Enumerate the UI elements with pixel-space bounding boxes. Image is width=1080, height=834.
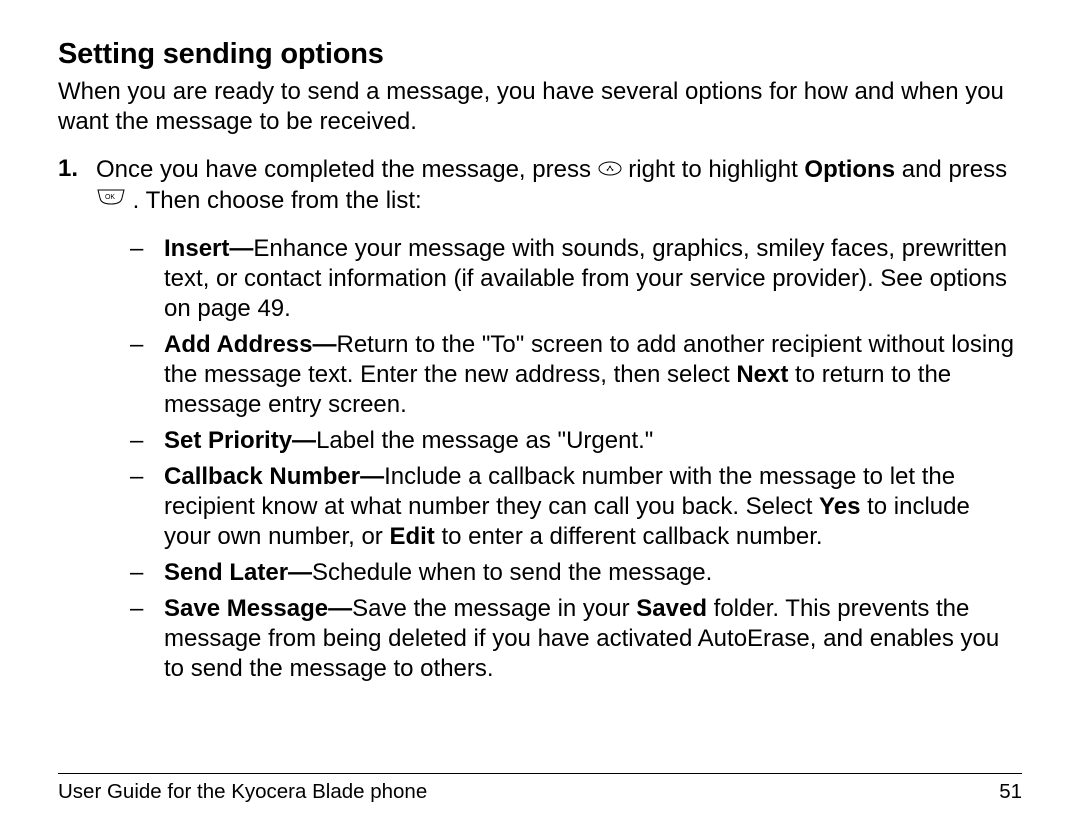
option-label: Set Priority— [164,427,316,454]
option-text: Enhance your message with sounds, graphi… [164,235,1007,322]
intro-text: When you are ready to send a message, yo… [58,77,1022,137]
option-body: Callback Number—Include a callback numbe… [164,462,1022,552]
step-text: and press [895,156,1007,183]
option-label: Add Address— [164,331,336,358]
step-item: 1. Once you have completed the message, … [58,155,1022,690]
option-text: Label the message as "Urgent." [316,427,653,454]
option-text: Saved [636,595,707,622]
option-body: Save Message—Save the message in your Sa… [164,594,1022,684]
option-body: Set Priority—Label the message as "Urgen… [164,426,1022,456]
option-item: –Insert—Enhance your message with sounds… [96,234,1022,324]
step-number: 1. [58,155,78,690]
option-text: Yes [819,493,860,520]
option-list: –Insert—Enhance your message with sounds… [96,234,1022,684]
footer-title: User Guide for the Kyocera Blade phone [58,780,427,804]
ok-key-icon: OK [96,184,126,214]
section-heading: Setting sending options [58,38,1022,71]
option-item: –Callback Number—Include a callback numb… [96,462,1022,552]
option-text: Save the message in your [352,595,636,622]
footer-divider [58,773,1022,774]
option-text: to enter a different callback number. [435,523,823,550]
svg-text:OK: OK [105,194,115,201]
dash: – [130,462,146,552]
option-body: Insert—Enhance your message with sounds,… [164,234,1022,324]
navigate-key-icon [598,154,622,184]
option-label: Send Later— [164,559,312,586]
step-text: right to highlight [622,156,805,183]
option-label: Insert— [164,235,253,262]
option-item: –Save Message—Save the message in your S… [96,594,1022,684]
option-item: –Set Priority—Label the message as "Urge… [96,426,1022,456]
step-text: . Then choose from the list: [126,187,422,214]
option-body: Add Address—Return to the "To" screen to… [164,330,1022,420]
dash: – [130,234,146,324]
option-label: Save Message— [164,595,352,622]
dash: – [130,594,146,684]
option-item: –Send Later—Schedule when to send the me… [96,558,1022,588]
page-number: 51 [999,780,1022,804]
step-list: 1. Once you have completed the message, … [58,155,1022,690]
option-text: Next [736,361,788,388]
options-word: Options [804,156,895,183]
option-label: Callback Number— [164,463,384,490]
dash: – [130,558,146,588]
option-text: Schedule when to send the message. [312,559,712,586]
page-footer: User Guide for the Kyocera Blade phone 5… [58,773,1022,804]
step-body: Once you have completed the message, pre… [96,155,1022,690]
option-body: Send Later—Schedule when to send the mes… [164,558,1022,588]
option-text: Edit [389,523,434,550]
dash: – [130,426,146,456]
dash: – [130,330,146,420]
option-item: –Add Address—Return to the "To" screen t… [96,330,1022,420]
step-text: Once you have completed the message, pre… [96,156,598,183]
